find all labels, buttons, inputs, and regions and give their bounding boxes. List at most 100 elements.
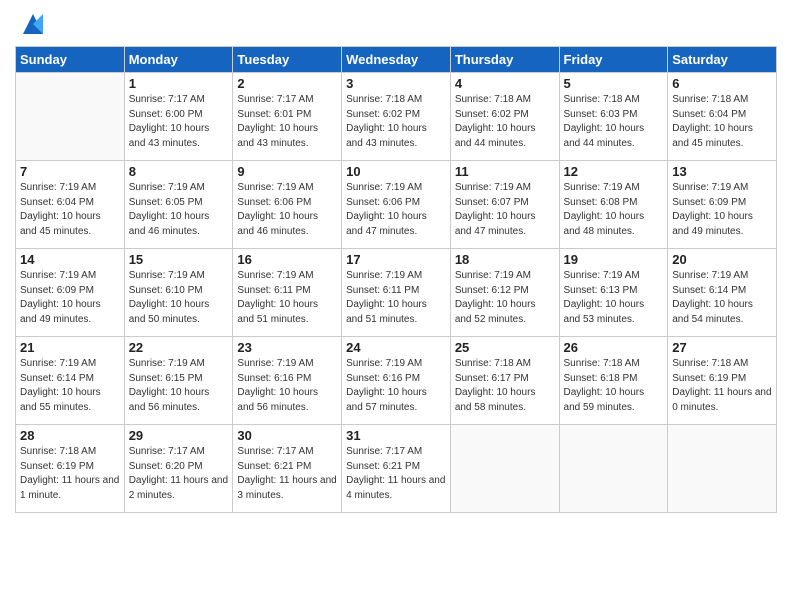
day-number: 1	[129, 76, 229, 91]
day-number: 22	[129, 340, 229, 355]
day-number: 21	[20, 340, 120, 355]
day-info: Sunrise: 7:18 AMSunset: 6:03 PMDaylight:…	[564, 93, 664, 151]
weekday-header-row: Sunday Monday Tuesday Wednesday Thursday…	[16, 47, 777, 73]
calendar-cell: 1 Sunrise: 7:17 AMSunset: 6:00 PMDaylight…	[124, 73, 233, 161]
day-info: Sunrise: 7:19 AMSunset: 6:09 PMDaylight:…	[672, 181, 772, 239]
day-info: Sunrise: 7:19 AMSunset: 6:10 PMDaylight:…	[129, 269, 229, 327]
day-number: 11	[455, 164, 555, 179]
day-info: Sunrise: 7:19 AMSunset: 6:11 PMDaylight:…	[346, 269, 446, 327]
calendar-cell: 4Sunrise: 7:18 AMSunset: 6:02 PMDaylight…	[450, 73, 559, 161]
header-friday: Friday	[559, 47, 668, 73]
day-number: 31	[346, 428, 446, 443]
day-number: 14	[20, 252, 120, 267]
logo-icon	[19, 10, 47, 38]
day-info: Sunrise: 7:18 AMSunset: 6:02 PMDaylight:…	[346, 93, 446, 151]
day-info: Sunrise: 7:19 AMSunset: 6:14 PMDaylight:…	[672, 269, 772, 327]
calendar-cell	[450, 425, 559, 513]
calendar-cell: 11 Sunrise: 7:19 AMSunset: 6:07 PMDayligh…	[450, 161, 559, 249]
day-number: 19	[564, 252, 664, 267]
day-number: 26	[564, 340, 664, 355]
day-number: 2	[237, 76, 337, 91]
calendar-cell: 8 Sunrise: 7:19 AMSunset: 6:05 PMDaylight…	[124, 161, 233, 249]
calendar-cell	[668, 425, 777, 513]
calendar-cell: 20 Sunrise: 7:19 AMSunset: 6:14 PMDayligh…	[668, 249, 777, 337]
day-number: 27	[672, 340, 772, 355]
calendar-cell: 2 Sunrise: 7:17 AMSunset: 6:01 PMDaylight…	[233, 73, 342, 161]
day-info: Sunrise: 7:17 AMSunset: 6:20 PMDaylight:…	[129, 445, 229, 503]
logo	[15, 10, 47, 38]
header-sunday: Sunday	[16, 47, 125, 73]
calendar-week-row: 1 Sunrise: 7:17 AMSunset: 6:00 PMDaylight…	[16, 73, 777, 161]
calendar-cell: 30 Sunrise: 7:17 AMSunset: 6:21 PMDayligh…	[233, 425, 342, 513]
calendar-week-row: 14 Sunrise: 7:19 AMSunset: 6:09 PMDayligh…	[16, 249, 777, 337]
day-info: Sunrise: 7:19 AMSunset: 6:04 PMDaylight:…	[20, 181, 120, 239]
day-number: 13	[672, 164, 772, 179]
calendar-cell	[559, 425, 668, 513]
day-number: 25	[455, 340, 555, 355]
day-number: 20	[672, 252, 772, 267]
day-info: Sunrise: 7:18 AMSunset: 6:19 PMDaylight:…	[20, 445, 120, 503]
header-thursday: Thursday	[450, 47, 559, 73]
day-info: Sunrise: 7:19 AMSunset: 6:13 PMDaylight:…	[564, 269, 664, 327]
calendar-cell: 26 Sunrise: 7:18 AMSunset: 6:18 PMDayligh…	[559, 337, 668, 425]
calendar-cell: 23 Sunrise: 7:19 AMSunset: 6:16 PMDayligh…	[233, 337, 342, 425]
day-number: 17	[346, 252, 446, 267]
day-info: Sunrise: 7:19 AMSunset: 6:11 PMDaylight:…	[237, 269, 337, 327]
day-info: Sunrise: 7:19 AMSunset: 6:06 PMDaylight:…	[346, 181, 446, 239]
calendar-week-row: 28 Sunrise: 7:18 AMSunset: 6:19 PMDayligh…	[16, 425, 777, 513]
day-info: Sunrise: 7:19 AMSunset: 6:12 PMDaylight:…	[455, 269, 555, 327]
day-info: Sunrise: 7:19 AMSunset: 6:08 PMDaylight:…	[564, 181, 664, 239]
day-info: Sunrise: 7:19 AMSunset: 6:05 PMDaylight:…	[129, 181, 229, 239]
day-number: 9	[237, 164, 337, 179]
day-number: 5	[564, 76, 664, 91]
day-number: 12	[564, 164, 664, 179]
header-saturday: Saturday	[668, 47, 777, 73]
calendar-cell: 27 Sunrise: 7:18 AMSunset: 6:19 PMDayligh…	[668, 337, 777, 425]
header-tuesday: Tuesday	[233, 47, 342, 73]
header-monday: Monday	[124, 47, 233, 73]
day-info: Sunrise: 7:19 AMSunset: 6:07 PMDaylight:…	[455, 181, 555, 239]
day-info: Sunrise: 7:18 AMSunset: 6:18 PMDaylight:…	[564, 357, 664, 415]
day-info: Sunrise: 7:18 AMSunset: 6:19 PMDaylight:…	[672, 357, 772, 415]
day-info: Sunrise: 7:19 AMSunset: 6:16 PMDaylight:…	[346, 357, 446, 415]
calendar-cell: 9 Sunrise: 7:19 AMSunset: 6:06 PMDaylight…	[233, 161, 342, 249]
day-info: Sunrise: 7:19 AMSunset: 6:09 PMDaylight:…	[20, 269, 120, 327]
day-number: 15	[129, 252, 229, 267]
calendar-week-row: 7 Sunrise: 7:19 AMSunset: 6:04 PMDaylight…	[16, 161, 777, 249]
calendar-cell: 16Sunrise: 7:19 AMSunset: 6:11 PMDayligh…	[233, 249, 342, 337]
calendar-cell: 15 Sunrise: 7:19 AMSunset: 6:10 PMDayligh…	[124, 249, 233, 337]
day-number: 23	[237, 340, 337, 355]
calendar-cell: 3Sunrise: 7:18 AMSunset: 6:02 PMDaylight…	[342, 73, 451, 161]
day-info: Sunrise: 7:18 AMSunset: 6:17 PMDaylight:…	[455, 357, 555, 415]
day-info: Sunrise: 7:18 AMSunset: 6:04 PMDaylight:…	[672, 93, 772, 151]
day-info: Sunrise: 7:17 AMSunset: 6:21 PMDaylight:…	[237, 445, 337, 503]
calendar-cell: 6 Sunrise: 7:18 AMSunset: 6:04 PMDaylight…	[668, 73, 777, 161]
page: Sunday Monday Tuesday Wednesday Thursday…	[0, 0, 792, 612]
day-number: 28	[20, 428, 120, 443]
day-info: Sunrise: 7:17 AMSunset: 6:01 PMDaylight:…	[237, 93, 337, 151]
day-info: Sunrise: 7:17 AMSunset: 6:21 PMDaylight:…	[346, 445, 446, 503]
calendar-cell: 10 Sunrise: 7:19 AMSunset: 6:06 PMDayligh…	[342, 161, 451, 249]
calendar-cell: 21 Sunrise: 7:19 AMSunset: 6:14 PMDayligh…	[16, 337, 125, 425]
day-number: 30	[237, 428, 337, 443]
day-info: Sunrise: 7:19 AMSunset: 6:06 PMDaylight:…	[237, 181, 337, 239]
calendar-cell: 28 Sunrise: 7:18 AMSunset: 6:19 PMDayligh…	[16, 425, 125, 513]
calendar-cell: 25 Sunrise: 7:18 AMSunset: 6:17 PMDayligh…	[450, 337, 559, 425]
day-number: 10	[346, 164, 446, 179]
calendar-cell: 24Sunrise: 7:19 AMSunset: 6:16 PMDayligh…	[342, 337, 451, 425]
calendar-cell: 13 Sunrise: 7:19 AMSunset: 6:09 PMDayligh…	[668, 161, 777, 249]
calendar-table: Sunday Monday Tuesday Wednesday Thursday…	[15, 46, 777, 513]
day-info: Sunrise: 7:18 AMSunset: 6:02 PMDaylight:…	[455, 93, 555, 151]
day-info: Sunrise: 7:19 AMSunset: 6:16 PMDaylight:…	[237, 357, 337, 415]
day-info: Sunrise: 7:19 AMSunset: 6:14 PMDaylight:…	[20, 357, 120, 415]
day-number: 8	[129, 164, 229, 179]
header	[15, 10, 777, 38]
day-number: 6	[672, 76, 772, 91]
day-number: 7	[20, 164, 120, 179]
day-number: 29	[129, 428, 229, 443]
calendar-cell: 14 Sunrise: 7:19 AMSunset: 6:09 PMDayligh…	[16, 249, 125, 337]
day-number: 18	[455, 252, 555, 267]
calendar-cell	[16, 73, 125, 161]
day-info: Sunrise: 7:17 AMSunset: 6:00 PMDaylight:…	[129, 93, 229, 151]
calendar-cell: 5 Sunrise: 7:18 AMSunset: 6:03 PMDaylight…	[559, 73, 668, 161]
